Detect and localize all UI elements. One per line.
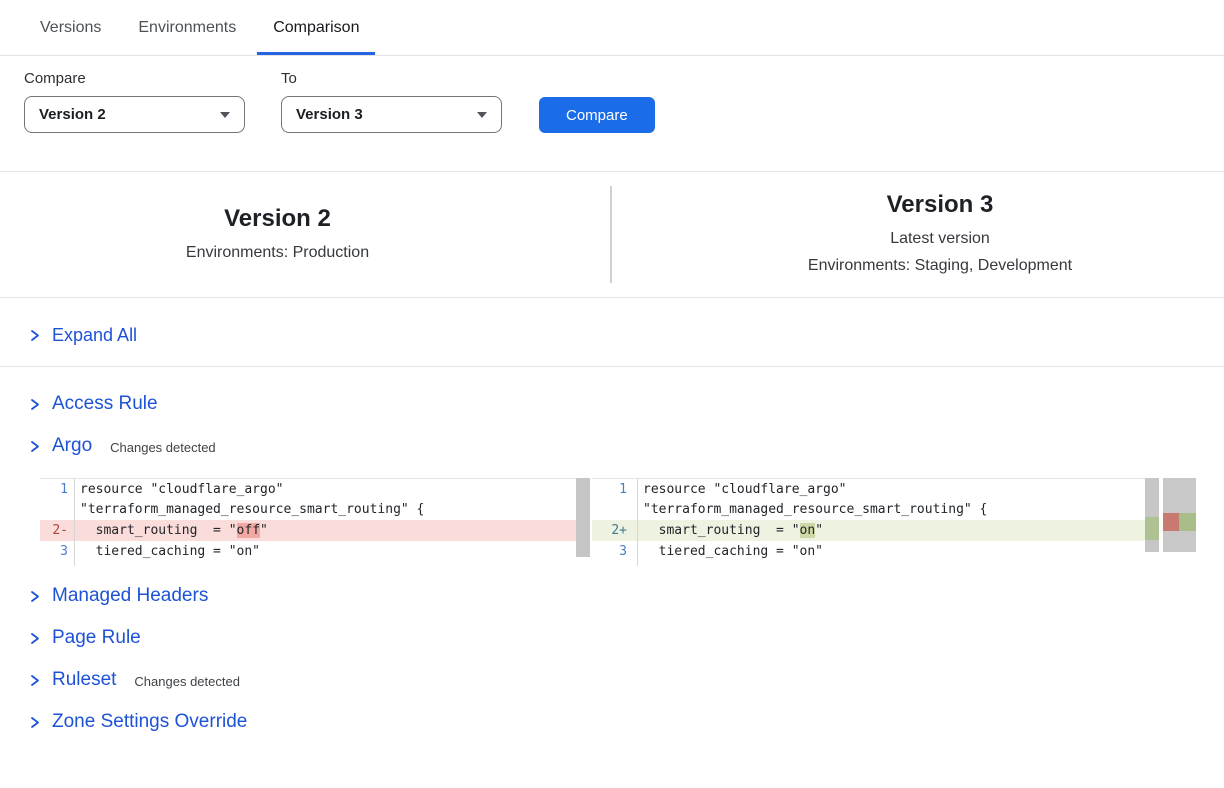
chevron-down-icon xyxy=(477,112,487,118)
version-left-title: Version 2 xyxy=(0,204,555,234)
version-right-header: Version 3 Latest version Environments: S… xyxy=(610,190,1224,279)
tab-bar: Versions Environments Comparison xyxy=(0,0,1224,56)
scrollbar-added-marker xyxy=(1145,517,1159,540)
line-number: 1 xyxy=(592,479,637,499)
section-page-rule[interactable]: Page Rule xyxy=(28,627,1224,649)
chevron-right-icon xyxy=(28,329,41,342)
compare-controls: Compare Version 2 To Version 3 Compare xyxy=(24,70,1224,133)
chevron-down-icon xyxy=(220,112,230,118)
left-pane-scrollbar[interactable] xyxy=(576,478,590,557)
diff-line-added: 2+ smart_routing = "on" xyxy=(592,520,1145,541)
section-label: Ruleset xyxy=(52,669,116,691)
to-label: To xyxy=(281,70,502,87)
line-number xyxy=(40,562,74,566)
code-text: " xyxy=(260,523,268,538)
line-number: 3 xyxy=(40,541,74,562)
code-line: tiered_caching = "on" xyxy=(74,541,590,562)
line-number: 2+ xyxy=(592,520,637,541)
removed-token: off xyxy=(237,523,260,538)
diff-line: 1 resource "cloudflare_argo" xyxy=(40,478,590,499)
code-line: "terraform_managed_resource_smart_routin… xyxy=(637,499,1145,520)
changes-detected-badge: Changes detected xyxy=(134,674,240,689)
tab-versions[interactable]: Versions xyxy=(40,0,101,55)
right-pane-scrollbar[interactable] xyxy=(1145,478,1159,552)
diff-line: 3 tiered_caching = "on" xyxy=(40,541,590,562)
diff-pane-left: 1 resource "cloudflare_argo" "terraform_… xyxy=(40,478,590,566)
expand-all-button[interactable]: Expand All xyxy=(0,298,1224,367)
compare-button[interactable]: Compare xyxy=(539,97,655,133)
code-line: "terraform_managed_resource_smart_routin… xyxy=(74,499,590,520)
version-left-header: Version 2 Environments: Production xyxy=(0,204,610,266)
code-line: } xyxy=(637,562,1145,566)
diff-line-removed: 2- smart_routing = "off" xyxy=(40,520,590,541)
chevron-right-icon xyxy=(28,440,41,453)
vertical-divider xyxy=(610,186,612,283)
expand-all-label: Expand All xyxy=(52,325,137,346)
compare-to-select[interactable]: Version 3 xyxy=(281,96,502,133)
chevron-right-icon xyxy=(28,590,41,603)
chevron-right-icon xyxy=(28,716,41,729)
compare-label: Compare xyxy=(24,70,245,87)
argo-diff-viewer: 1 resource "cloudflare_argo" "terraform_… xyxy=(40,478,1224,566)
code-line: resource "cloudflare_argo" xyxy=(74,479,590,499)
tab-environments[interactable]: Environments xyxy=(138,0,236,55)
changes-detected-badge: Changes detected xyxy=(110,440,216,455)
version-right-subtitle-latest: Latest version xyxy=(656,225,1224,252)
section-label: Access Rule xyxy=(52,393,158,415)
section-zone-settings-override[interactable]: Zone Settings Override xyxy=(28,711,1224,733)
chevron-right-icon xyxy=(28,632,41,645)
line-number: 3 xyxy=(592,541,637,562)
compare-from-value: Version 2 xyxy=(39,106,106,123)
line-number: 2- xyxy=(40,520,74,541)
line-number: 1 xyxy=(40,479,74,499)
tab-comparison[interactable]: Comparison xyxy=(273,0,359,55)
section-argo[interactable]: Argo Changes detected xyxy=(28,435,1224,457)
diff-line: } xyxy=(40,562,590,566)
code-line: smart_routing = "off" xyxy=(74,520,590,541)
code-line: } xyxy=(74,562,590,566)
section-label: Zone Settings Override xyxy=(52,711,247,733)
code-text: smart_routing = " xyxy=(80,523,237,538)
code-line: tiered_caching = "on" xyxy=(637,541,1145,562)
code-text: smart_routing = " xyxy=(643,523,800,538)
diff-minimap[interactable] xyxy=(1163,478,1196,552)
section-managed-headers[interactable]: Managed Headers xyxy=(28,585,1224,607)
code-line: smart_routing = "on" xyxy=(637,520,1145,541)
section-ruleset[interactable]: Ruleset Changes detected xyxy=(28,669,1224,691)
diff-line: 1 resource "cloudflare_argo" xyxy=(592,478,1145,499)
code-line: resource "cloudflare_argo" xyxy=(637,479,1145,499)
line-number xyxy=(40,499,74,520)
section-access-rule[interactable]: Access Rule xyxy=(28,393,1224,415)
version-left-subtitle: Environments: Production xyxy=(0,239,555,266)
line-number xyxy=(592,499,637,520)
code-text: " xyxy=(815,523,823,538)
diff-line: } xyxy=(592,562,1145,566)
version-right-subtitle-envs: Environments: Staging, Development xyxy=(656,252,1224,279)
minimap-removed-marker xyxy=(1163,513,1179,531)
section-label: Page Rule xyxy=(52,627,141,649)
section-label: Argo xyxy=(52,435,92,457)
section-label: Managed Headers xyxy=(52,585,208,607)
version-right-title: Version 3 xyxy=(656,190,1224,220)
line-number xyxy=(592,562,637,566)
chevron-right-icon xyxy=(28,398,41,411)
version-header-band: Version 2 Environments: Production Versi… xyxy=(0,172,1224,298)
chevron-right-icon xyxy=(28,674,41,687)
compare-to-value: Version 3 xyxy=(296,106,363,123)
added-token: on xyxy=(800,523,816,538)
compare-from-select[interactable]: Version 2 xyxy=(24,96,245,133)
diff-pane-right: 1 resource "cloudflare_argo" "terraform_… xyxy=(592,478,1145,566)
diff-line: "terraform_managed_resource_smart_routin… xyxy=(40,499,590,520)
diff-line: 3 tiered_caching = "on" xyxy=(592,541,1145,562)
diff-line: "terraform_managed_resource_smart_routin… xyxy=(592,499,1145,520)
minimap-added-marker xyxy=(1179,513,1196,531)
